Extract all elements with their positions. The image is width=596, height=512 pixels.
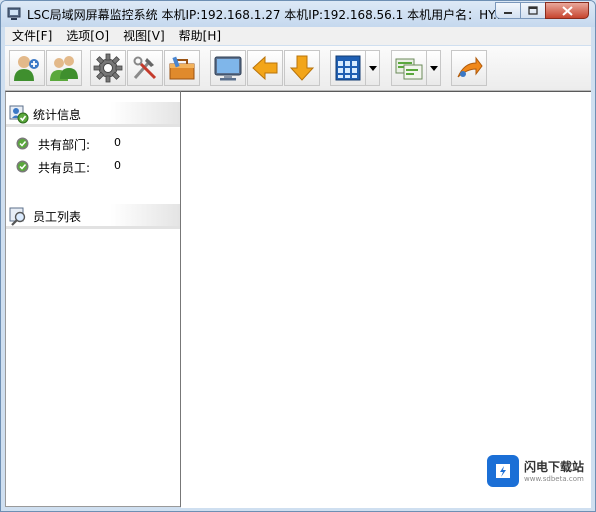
- tools-icon: [133, 56, 157, 80]
- settings-button[interactable]: [90, 50, 126, 86]
- grid-view-dropdown[interactable]: [366, 50, 380, 86]
- stat-value-departments: 0: [114, 136, 121, 149]
- grid-view-icon: [335, 55, 361, 81]
- down-button[interactable]: [284, 50, 320, 86]
- check-icon: [16, 160, 29, 173]
- export-icon: [457, 56, 483, 78]
- arrow-down-icon: [289, 55, 315, 81]
- monitor-icon: [214, 56, 242, 81]
- grid-view-button[interactable]: [330, 50, 366, 86]
- menu-view[interactable]: 视图[V]: [116, 27, 172, 45]
- minimize-icon: [504, 11, 512, 14]
- employee-search-icon: [9, 207, 26, 226]
- menu-file[interactable]: 文件[F]: [5, 27, 59, 45]
- app-window: LSC局域网屏幕监控系统 本机IP:192.168.1.27 本机IP:192.…: [0, 0, 596, 512]
- dropdown-arrow-icon: [368, 65, 377, 71]
- close-icon: [561, 5, 573, 16]
- users-button[interactable]: [46, 50, 82, 86]
- list-view-button[interactable]: [391, 50, 427, 86]
- toolbox-icon: [169, 56, 195, 80]
- employee-list-header[interactable]: 员工列表: [6, 204, 180, 229]
- watermark-url: www.sdbeta.com: [524, 475, 584, 483]
- tools-button[interactable]: [127, 50, 163, 86]
- arrow-left-icon: [252, 55, 278, 81]
- stat-value-employees: 0: [114, 159, 121, 172]
- stats-icon: [9, 105, 29, 124]
- window-controls: [495, 2, 589, 20]
- title-bar[interactable]: LSC局域网屏幕监控系统 本机IP:192.168.1.27 本机IP:192.…: [1, 1, 595, 27]
- menu-bar: 文件[F] 选项[O] 视图[V] 帮助[H]: [5, 27, 591, 45]
- stat-label-employees: 共有员工:: [38, 161, 91, 175]
- add-user-button[interactable]: [9, 50, 45, 86]
- toolbar: [5, 46, 591, 91]
- maximize-button[interactable]: [520, 2, 546, 19]
- minimize-button[interactable]: [495, 2, 521, 19]
- window-title: LSC局域网屏幕监控系统 本机IP:192.168.1.27 本机IP:192.…: [27, 8, 505, 22]
- watermark-logo-icon: [487, 455, 519, 487]
- watermark-text: 闪电下载站: [524, 460, 585, 474]
- add-user-icon: [14, 56, 39, 81]
- client-area: 统计信息 共有部门: 0 共有员工: 0 员工列表: [5, 91, 591, 508]
- users-icon: [50, 56, 78, 81]
- employee-list-title: 员工列表: [33, 210, 82, 224]
- monitor-view-area[interactable]: [181, 91, 591, 508]
- watermark: 闪电下载站 www.sdbeta.com: [487, 453, 591, 489]
- app-icon: [7, 7, 21, 20]
- back-button[interactable]: [247, 50, 283, 86]
- list-view-icon: [395, 58, 423, 80]
- export-button[interactable]: [451, 50, 487, 86]
- stat-label-departments: 共有部门:: [38, 138, 91, 152]
- stats-group-title: 统计信息: [33, 108, 82, 122]
- monitor-button[interactable]: [210, 50, 246, 86]
- dropdown-arrow-icon: [429, 65, 438, 71]
- stat-row-employees: 共有员工: 0: [16, 158, 176, 176]
- close-button[interactable]: [545, 2, 589, 19]
- check-icon: [16, 137, 29, 150]
- gear-icon: [93, 53, 123, 83]
- menu-help[interactable]: 帮助[H]: [172, 27, 228, 45]
- maximize-icon: [528, 6, 538, 15]
- stats-group-header[interactable]: 统计信息: [6, 102, 180, 127]
- toolbox-button[interactable]: [164, 50, 200, 86]
- list-view-dropdown[interactable]: [427, 50, 441, 86]
- stat-row-departments: 共有部门: 0: [16, 135, 176, 153]
- menu-options[interactable]: 选项[O]: [59, 27, 116, 45]
- left-panel: 统计信息 共有部门: 0 共有员工: 0 员工列表: [5, 91, 181, 507]
